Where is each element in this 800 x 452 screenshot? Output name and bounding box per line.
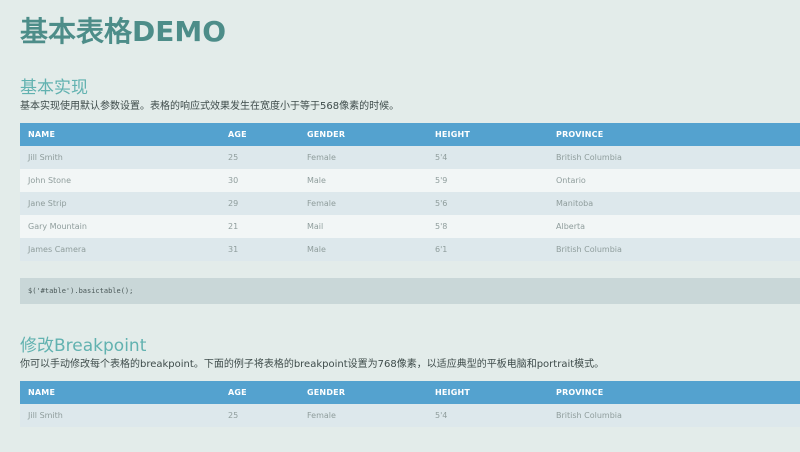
cell-gender: Mail [307,222,324,231]
cell-age: 29 [228,199,239,208]
column-header-height[interactable]: HEIGHT [427,123,548,146]
cell-age: 30 [228,176,239,185]
cell-name: Gary Mountain [28,222,87,231]
cell-age: 21 [228,222,239,231]
section-heading-basic: 基本实现 [20,78,88,98]
table-row: Jane Strip 29 Female 5'6 Manitoba [20,192,800,215]
cell-age: 25 [228,153,239,162]
cell-gender: Male [307,245,326,254]
table-header-row: NAME AGE GENDER HEIGHT PROVINCE [20,381,800,404]
column-header-height[interactable]: HEIGHT [427,381,548,404]
table-row: Jill Smith 25 Female 5'4 British Columbi… [20,404,800,427]
cell-gender: Female [307,411,336,420]
table-row: John Stone 30 Male 5'9 Ontario [20,169,800,192]
breakpoint-table: NAME AGE GENDER HEIGHT PROVINCE Jill Smi… [20,381,800,427]
table-row: Jill Smith 25 Female 5'4 British Columbi… [20,146,800,169]
column-header-gender[interactable]: GENDER [299,123,427,146]
table-header-row: NAME AGE GENDER HEIGHT PROVINCE [20,123,800,146]
cell-province: British Columbia [556,411,622,420]
section-description-breakpoint: 你可以手动修改每个表格的breakpoint。下面的例子将表格的breakpoi… [20,359,605,370]
column-header-gender[interactable]: GENDER [299,381,427,404]
cell-height: 5'4 [435,153,448,162]
column-header-age[interactable]: AGE [220,123,299,146]
table-row: Gary Mountain 21 Mail 5'8 Alberta [20,215,800,238]
cell-province: British Columbia [556,153,622,162]
cell-province: Ontario [556,176,586,185]
cell-height: 6'1 [435,245,448,254]
cell-province: Manitoba [556,199,594,208]
table-row: James Camera 31 Male 6'1 British Columbi… [20,238,800,261]
cell-name: Jane Strip [28,199,67,208]
column-header-name[interactable]: NAME [20,123,220,146]
cell-height: 5'9 [435,176,448,185]
cell-age: 31 [228,245,239,254]
column-header-province[interactable]: PROVINCE [548,381,800,404]
cell-name: Jill Smith [28,153,63,162]
cell-height: 5'8 [435,222,448,231]
cell-name: John Stone [28,176,72,185]
section-heading-breakpoint: 修改Breakpoint [20,336,147,356]
cell-name: James Camera [28,245,87,254]
code-snippet: $('#table').basictable(); [20,278,800,304]
cell-gender: Male [307,176,326,185]
cell-gender: Female [307,153,336,162]
cell-name: Jill Smith [28,411,63,420]
column-header-name[interactable]: NAME [20,381,220,404]
cell-province: Alberta [556,222,586,231]
cell-height: 5'4 [435,411,448,420]
section-description-basic: 基本实现使用默认参数设置。表格的响应式效果发生在宽度小于等于568像素的时候。 [20,101,400,112]
column-header-province[interactable]: PROVINCE [548,123,800,146]
cell-province: British Columbia [556,245,622,254]
cell-age: 25 [228,411,239,420]
cell-height: 5'6 [435,199,448,208]
basic-table: NAME AGE GENDER HEIGHT PROVINCE Jill Smi… [20,123,800,261]
column-header-age[interactable]: AGE [220,381,299,404]
cell-gender: Female [307,199,336,208]
page-title: 基本表格DEMO [20,15,227,48]
page: 基本表格DEMO 基本实现 基本实现使用默认参数设置。表格的响应式效果发生在宽度… [0,0,800,427]
